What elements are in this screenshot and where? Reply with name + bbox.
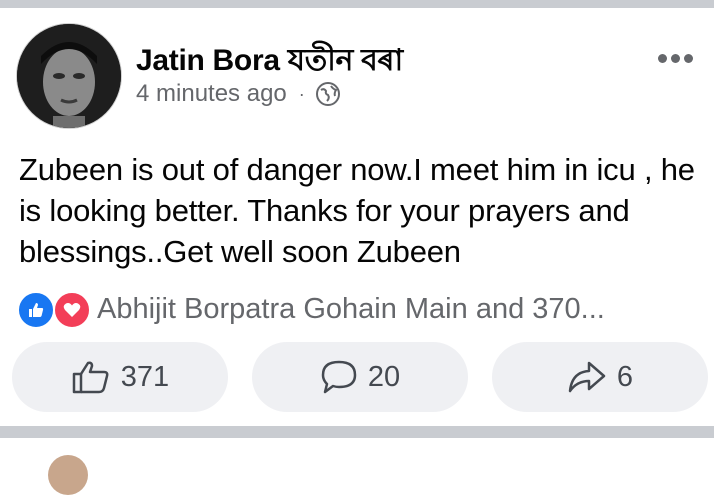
- feed-separator-bottom: [0, 426, 714, 438]
- reaction-icons: [17, 291, 95, 329]
- like-button[interactable]: 371: [12, 342, 228, 412]
- meta-separator: ·: [298, 83, 305, 104]
- author-avatar[interactable]: [17, 24, 121, 128]
- feed-separator-top: [0, 0, 714, 8]
- post-timestamp[interactable]: 4 minutes ago: [136, 80, 287, 108]
- share-count: 6: [616, 360, 634, 393]
- like-count: 371: [120, 360, 170, 393]
- post-meta: 4 minutes ago ·: [136, 80, 341, 108]
- comment-count: 20: [367, 360, 401, 393]
- post-text: Zubeen is out of danger now.I meet him i…: [19, 152, 695, 269]
- like-icon: [71, 359, 111, 395]
- like-reaction-icon: [17, 291, 55, 329]
- more-options-icon[interactable]: [658, 54, 698, 68]
- comment-icon: [320, 359, 358, 395]
- globe-icon: [315, 81, 341, 107]
- share-icon: [567, 359, 607, 395]
- love-reaction-icon: [53, 291, 91, 329]
- comment-button[interactable]: 20: [252, 342, 468, 412]
- next-post-avatar[interactable]: [48, 455, 88, 495]
- reactions-summary[interactable]: Abhijit Borpatra Gohain Main and 370...: [17, 289, 605, 329]
- share-button[interactable]: 6: [492, 342, 708, 412]
- reactions-summary-text: Abhijit Borpatra Gohain Main and 370...: [97, 292, 605, 325]
